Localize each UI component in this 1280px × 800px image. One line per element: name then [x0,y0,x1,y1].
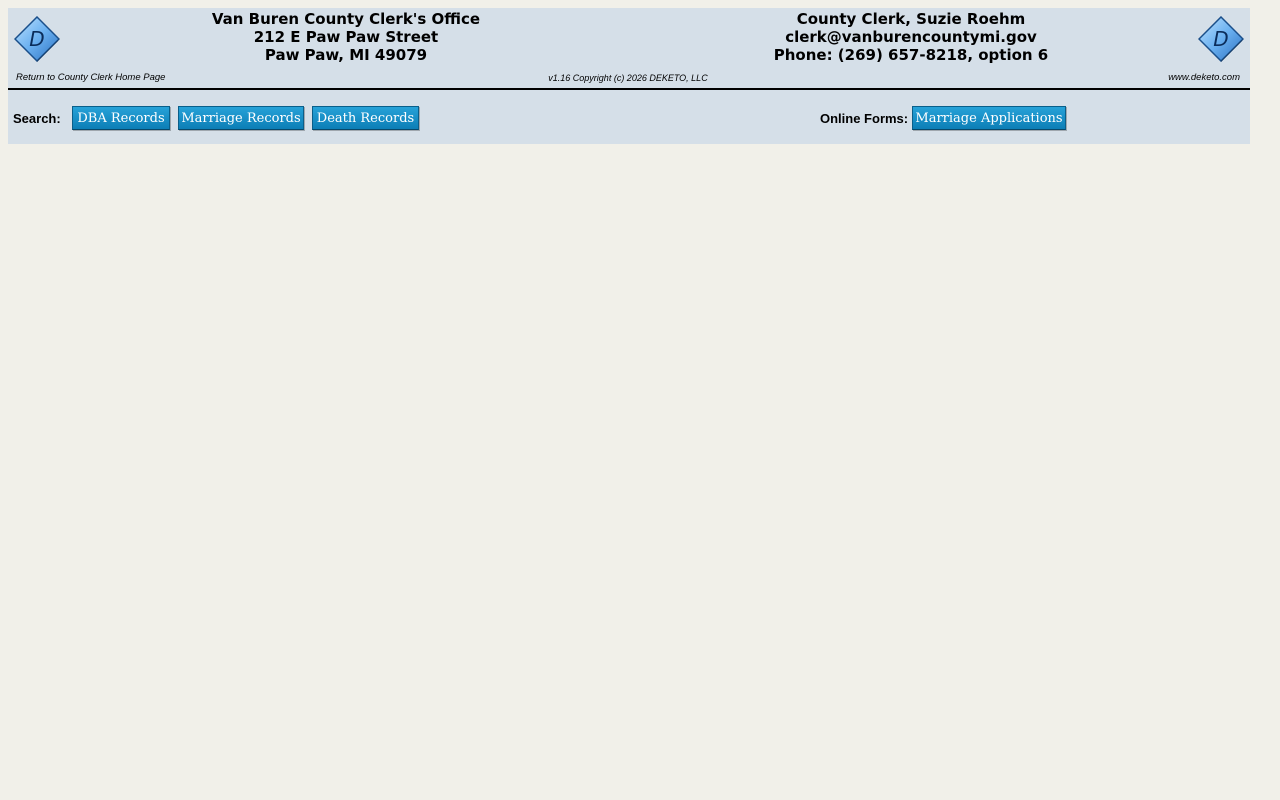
office-city: Paw Paw, MI 49079 [264,46,428,64]
clerk-phone: Phone: (269) 657-8218, option 6 [773,46,1049,64]
marriage-applications-button[interactable]: Marriage Applications [912,106,1066,130]
deketo-site-link[interactable]: www.deketo.com [1168,72,1240,83]
logo-letter: D [1213,27,1228,51]
office-address: Van Buren County Clerk's Office 212 E Pa… [146,10,546,64]
search-label: Search: [13,111,61,126]
deketo-logo-icon[interactable]: D [14,16,60,62]
home-page-link[interactable]: Return to County Clerk Home Page [16,72,165,83]
header-panel: D Van Buren County Clerk's Office 212 E … [8,8,1250,144]
deketo-logo-icon[interactable]: D [1198,16,1244,62]
office-name: Van Buren County Clerk's Office [211,10,481,28]
header-divider [8,88,1250,90]
clerk-email: clerk@vanburencountymi.gov [785,28,1037,46]
death-records-button[interactable]: Death Records [312,106,419,130]
online-forms-label: Online Forms: [820,111,909,126]
dba-records-button[interactable]: DBA Records [72,106,170,130]
clerk-contact: County Clerk, Suzie Roehm clerk@vanburen… [711,10,1111,64]
office-street: 212 E Paw Paw Street [253,28,439,46]
clerk-name: County Clerk, Suzie Roehm [796,10,1026,28]
logo-letter: D [29,27,44,51]
copyright-text: v1.16 Copyright (c) 2026 DEKETO, LLC [548,73,708,83]
marriage-records-button[interactable]: Marriage Records [178,106,304,130]
